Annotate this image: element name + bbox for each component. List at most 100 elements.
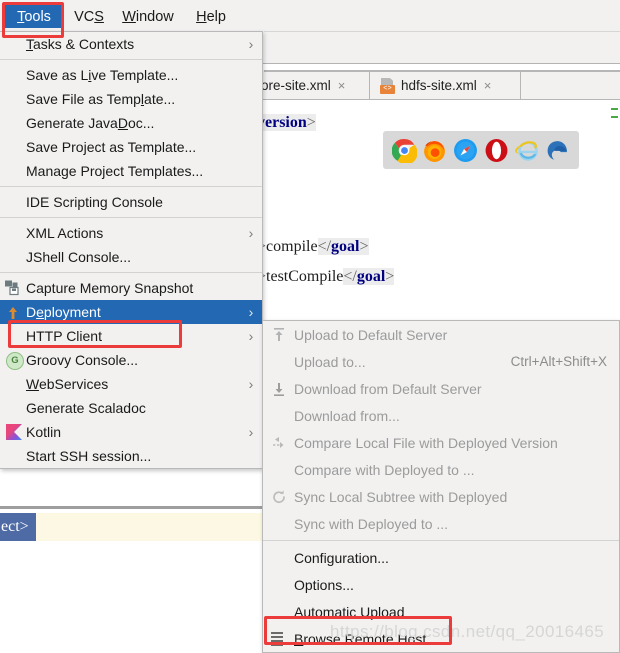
no-icon	[0, 87, 26, 111]
menu-item-save-file-as-template[interactable]: Save File as Template...	[0, 87, 262, 111]
menu-separator	[0, 59, 262, 60]
no-icon	[0, 245, 26, 269]
editor-tab-label: ore-site.xml	[261, 78, 331, 93]
menu-item-label: WebServices	[26, 376, 109, 392]
submenu-item-automatic-upload[interactable]: Automatic Upload	[263, 598, 619, 625]
submenu-item-sync-with-deployed-to[interactable]: Sync with Deployed to ...	[263, 510, 619, 537]
browse-remote-host-icon	[263, 625, 294, 652]
kotlin-icon	[0, 420, 26, 444]
menu-item-generate-javadoc[interactable]: Generate JavaDoc...	[0, 111, 262, 135]
menu-item-label: Capture Memory Snapshot	[26, 280, 194, 296]
edge-icon[interactable]	[545, 138, 570, 163]
no-icon	[0, 396, 26, 420]
submenu-item-label: Automatic Upload	[294, 603, 405, 620]
tools-dropdown-menu[interactable]: Tasks & Contexts › Save as Live Template…	[0, 31, 263, 469]
menu-item-http-client[interactable]: HTTP Client ›	[0, 324, 262, 348]
close-icon[interactable]: ×	[484, 79, 492, 92]
menu-item-kotlin[interactable]: Kotlin ›	[0, 420, 262, 444]
download-icon	[263, 375, 294, 402]
menu-item-save-project-as-template[interactable]: Save Project as Template...	[0, 135, 262, 159]
submenu-item-label: Compare Local File with Deployed Version	[294, 434, 558, 451]
code-line-testcompile-goal: >testCompile</goal>	[257, 268, 395, 285]
close-icon[interactable]: ×	[338, 79, 346, 92]
menu-item-webservices[interactable]: WebServices ›	[0, 372, 262, 396]
deployment-upload-icon	[0, 300, 26, 324]
editor-highlighted-line	[36, 513, 263, 541]
submenu-item-upload-to-default-server[interactable]: Upload to Default Server	[263, 321, 619, 348]
menu-item-label: Generate JavaDoc...	[26, 115, 155, 131]
code-line-version: version>	[257, 114, 316, 131]
menu-item-tasks-contexts[interactable]: Tasks & Contexts ›	[0, 32, 262, 56]
menu-separator	[0, 217, 262, 218]
menu-item-manage-project-templates[interactable]: Manage Project Templates...	[0, 159, 262, 183]
chrome-icon[interactable]	[391, 138, 418, 164]
submenu-item-label: Configuration...	[294, 549, 389, 566]
safari-icon[interactable]	[453, 138, 478, 163]
no-icon	[0, 190, 26, 214]
submenu-item-label: Options...	[294, 576, 354, 593]
menu-item-label: Generate Scaladoc	[26, 400, 146, 416]
firefox-icon[interactable]	[422, 138, 447, 163]
menu-item-jshell-console[interactable]: JShell Console...	[0, 245, 262, 269]
submenu-item-upload-to[interactable]: Upload to... Ctrl+Alt+Shift+X	[263, 348, 619, 375]
menu-item-generate-scaladoc[interactable]: Generate Scaladoc	[0, 396, 262, 420]
submenu-item-options[interactable]: Options...	[263, 571, 619, 598]
no-icon	[0, 221, 26, 245]
submenu-item-label: Sync Local Subtree with Deployed	[294, 488, 508, 505]
menu-item-capture-memory-snapshot[interactable]: Capture Memory Snapshot	[0, 276, 262, 300]
menu-item-label: Tasks & Contexts	[26, 36, 135, 52]
menu-separator	[0, 186, 262, 187]
editor-tabbar-filler	[522, 72, 620, 99]
upload-icon	[263, 321, 294, 348]
editor-tab-label: hdfs-site.xml	[401, 78, 477, 93]
menu-item-save-as-live-template[interactable]: Save as Live Template...	[0, 63, 262, 87]
internet-explorer-icon[interactable]	[514, 138, 539, 163]
submenu-item-label: Upload to Default Server	[294, 326, 448, 343]
no-icon	[0, 111, 26, 135]
deployment-submenu[interactable]: Upload to Default Server Upload to... Ct…	[262, 320, 620, 653]
menu-item-label: HTTP Client	[26, 328, 102, 344]
chevron-right-icon: ›	[248, 36, 254, 52]
menu-item-label: XML Actions	[26, 225, 104, 241]
menu-item-xml-actions[interactable]: XML Actions ›	[0, 221, 262, 245]
menu-item-groovy-console[interactable]: G Groovy Console...	[0, 348, 262, 372]
no-icon	[0, 32, 26, 56]
menubar-item-window[interactable]: Window	[112, 5, 184, 28]
no-icon	[263, 456, 294, 483]
no-icon	[0, 444, 26, 468]
chevron-right-icon: ›	[248, 328, 254, 344]
menu-item-ide-scripting-console[interactable]: IDE Scripting Console	[0, 190, 262, 214]
menu-item-label: Groovy Console...	[26, 352, 139, 368]
opera-icon[interactable]	[484, 138, 509, 163]
no-icon	[263, 348, 294, 375]
menu-item-label: Kotlin	[26, 424, 62, 440]
submenu-item-shortcut: Ctrl+Alt+Shift+X	[510, 354, 607, 369]
submenu-item-configuration[interactable]: Configuration...	[263, 544, 619, 571]
submenu-item-compare-local-file-with-deployed-version[interactable]: Compare Local File with Deployed Version	[263, 429, 619, 456]
no-icon	[263, 544, 294, 571]
no-icon	[0, 63, 26, 87]
chevron-right-icon: ›	[248, 304, 254, 320]
submenu-item-download-from[interactable]: Download from...	[263, 402, 619, 429]
sync-icon	[263, 483, 294, 510]
menu-item-start-ssh-session[interactable]: Start SSH session...	[0, 444, 262, 468]
menubar-item-vcs[interactable]: VCS	[68, 5, 110, 28]
editor-tab-core-site[interactable]: ore-site.xml ×	[255, 72, 370, 99]
marker-tick[interactable]	[611, 108, 618, 110]
menu-item-label: JShell Console...	[26, 249, 132, 265]
menubar-item-tools[interactable]: Tools	[5, 5, 63, 28]
submenu-item-download-from-default-server[interactable]: Download from Default Server	[263, 375, 619, 402]
chevron-right-icon: ›	[248, 424, 254, 440]
watermark-text: https://blog.csdn.net/qq_20016465	[330, 622, 605, 641]
chevron-right-icon: ›	[248, 376, 254, 392]
submenu-item-label: Upload to...	[294, 353, 366, 370]
submenu-item-sync-local-subtree-with-deployed[interactable]: Sync Local Subtree with Deployed	[263, 483, 619, 510]
submenu-item-compare-with-deployed-to[interactable]: Compare with Deployed to ...	[263, 456, 619, 483]
browser-launch-popup[interactable]	[383, 131, 579, 169]
marker-tick[interactable]	[611, 116, 618, 118]
menubar-item-help[interactable]: Help	[188, 5, 234, 28]
menu-item-deployment[interactable]: Deployment ›	[0, 300, 262, 324]
editor-tab-hdfs-site[interactable]: <> hdfs-site.xml ×	[371, 72, 521, 99]
menu-item-label: IDE Scripting Console	[26, 194, 163, 210]
no-icon	[263, 598, 294, 625]
